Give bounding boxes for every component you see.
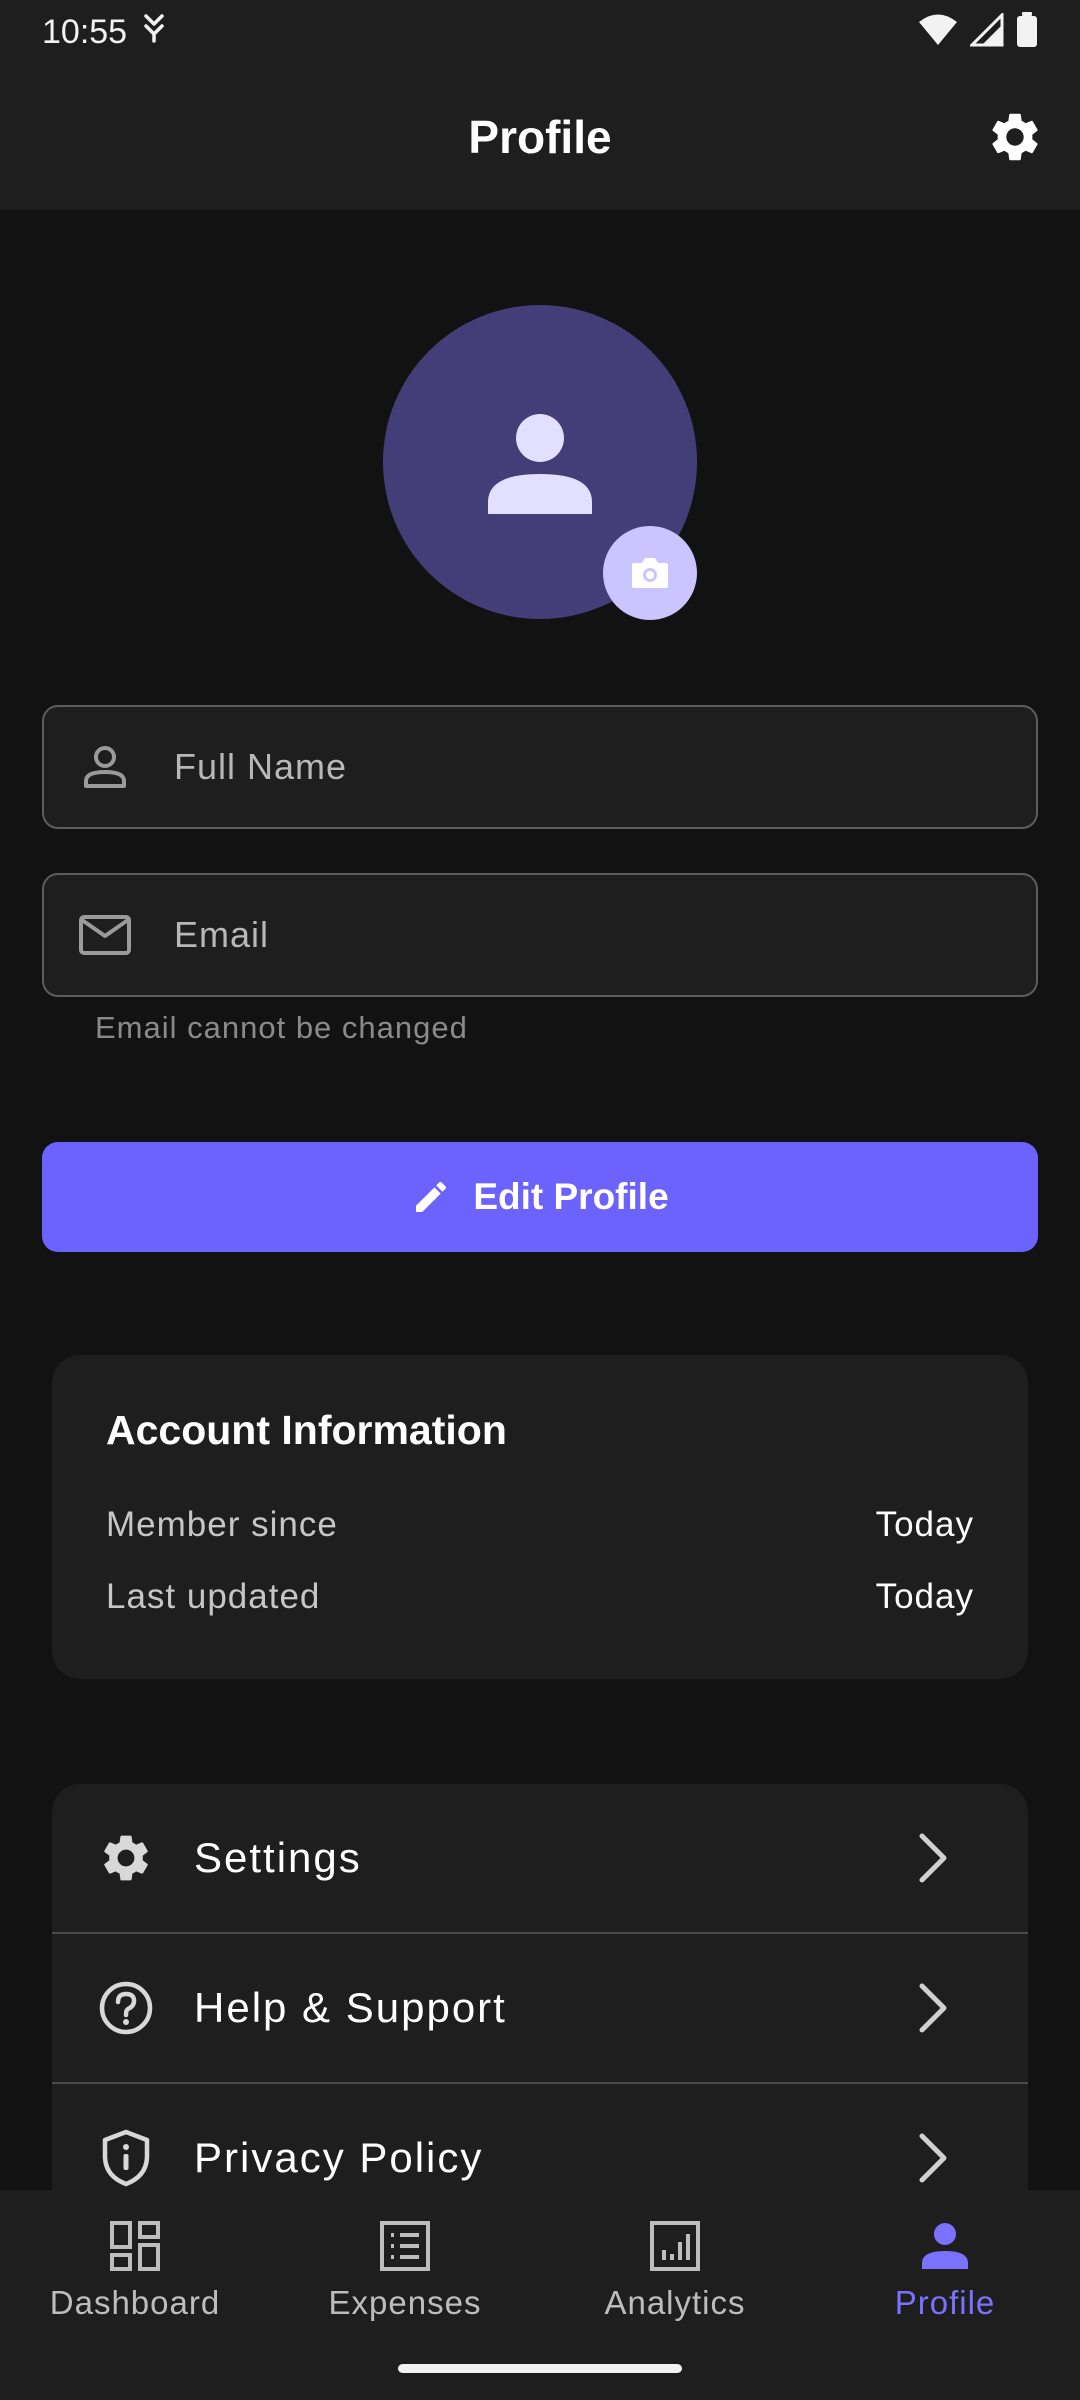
pencil-icon bbox=[416, 1181, 447, 1212]
email-input[interactable] bbox=[174, 914, 994, 956]
wifi-icon bbox=[918, 13, 958, 52]
signal-icon bbox=[968, 10, 1004, 52]
nav-label: Expenses bbox=[328, 2284, 482, 2321]
battery-icon bbox=[1016, 11, 1038, 53]
dashboard-icon bbox=[105, 2216, 165, 2276]
analytics-icon bbox=[645, 2216, 705, 2276]
nav-item-dashboard[interactable]: Dashboard bbox=[0, 2190, 270, 2400]
help-circle-icon bbox=[96, 1978, 156, 2038]
member-since-row: Member since Today bbox=[106, 1505, 974, 1545]
member-since-label: Member since bbox=[106, 1505, 338, 1544]
chevron-right-icon bbox=[908, 1978, 958, 2038]
person-outline-icon bbox=[78, 740, 132, 794]
nav-label: Profile bbox=[894, 2284, 996, 2321]
camera-icon bbox=[632, 558, 668, 588]
full-name-field[interactable] bbox=[42, 705, 1038, 829]
account-info-card: Account Information Member since Today L… bbox=[52, 1355, 1028, 1679]
menu-item-label: Settings bbox=[194, 1834, 362, 1881]
menu-item-label: Privacy Policy bbox=[194, 2134, 484, 2181]
chevron-right-icon bbox=[908, 2128, 958, 2188]
shield-icon bbox=[96, 2128, 156, 2188]
account-info-title: Account Information bbox=[106, 1407, 507, 1453]
profile-screen: 10:55 Profile Full Name Email Email cann… bbox=[0, 0, 1080, 2400]
settings-button[interactable] bbox=[982, 104, 1048, 170]
receipt-list-icon bbox=[375, 2216, 435, 2276]
edit-profile-label: Edit Profile bbox=[473, 1176, 669, 1217]
page-title: Profile bbox=[468, 111, 612, 163]
notification-icon bbox=[141, 13, 167, 52]
last-updated-row: Last updated Today bbox=[106, 1577, 974, 1617]
chevron-right-icon bbox=[908, 1828, 958, 1888]
menu-item-settings[interactable]: Settings bbox=[52, 1784, 1028, 1932]
email-field[interactable] bbox=[42, 873, 1038, 997]
last-updated-value: Today bbox=[875, 1577, 974, 1616]
gear-icon bbox=[96, 1828, 156, 1888]
mail-icon bbox=[78, 908, 132, 962]
status-bar: 10:55 bbox=[0, 0, 1080, 64]
gear-icon bbox=[992, 113, 1038, 161]
menu-item-label: Help & Support bbox=[194, 1984, 507, 2031]
person-icon bbox=[915, 2216, 975, 2276]
nav-item-profile[interactable]: Profile bbox=[810, 2190, 1080, 2400]
app-bar: Profile bbox=[0, 64, 1080, 210]
edit-profile-button[interactable]: Edit Profile bbox=[42, 1142, 1038, 1252]
email-helper-text: Email cannot be changed bbox=[95, 1010, 468, 1045]
last-updated-label: Last updated bbox=[106, 1577, 321, 1616]
nav-label: Analytics bbox=[604, 2284, 746, 2321]
home-indicator[interactable] bbox=[398, 2364, 682, 2373]
change-photo-button[interactable] bbox=[603, 526, 697, 620]
menu-card: Settings Help & Support Privacy Policy bbox=[52, 1784, 1028, 2224]
member-since-value: Today bbox=[875, 1505, 974, 1544]
person-icon bbox=[488, 414, 592, 514]
menu-item-help-support[interactable]: Help & Support bbox=[52, 1934, 1028, 2082]
full-name-input[interactable] bbox=[174, 746, 994, 788]
nav-label: Dashboard bbox=[49, 2284, 221, 2321]
status-time: 10:55 bbox=[42, 12, 128, 51]
